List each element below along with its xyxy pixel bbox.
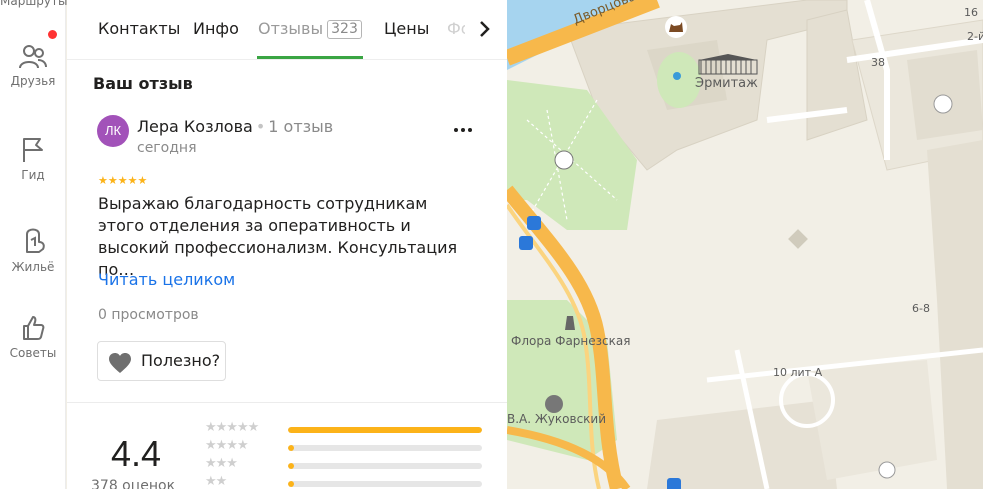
distribution-stars: ★★★★★ — [205, 420, 259, 435]
distribution-stars: ★★★ — [205, 456, 238, 471]
rating-count: 378 оценок — [91, 478, 176, 489]
avatar[interactable]: ЛК — [97, 115, 129, 147]
author-review-count: 1 отзыв — [268, 117, 334, 136]
notification-dot — [48, 30, 57, 39]
tab-reviews-label: Отзывы — [258, 19, 324, 38]
map-label-flora: Флора Фарнезская — [511, 334, 631, 348]
map-label-zhukovsky: В.А. Жуковский — [507, 412, 607, 426]
active-tab-indicator — [257, 56, 363, 59]
housing-icon — [26, 228, 45, 253]
tab-bar: Контакты Инфо Отзывы323 Цены Фото — [67, 0, 507, 60]
map[interactable]: Дворцовая Эрмитаж Флора Фарнезская В.А. … — [507, 0, 983, 489]
thumbs-up-icon — [23, 316, 45, 340]
tab-photo[interactable]: Фото — [447, 19, 465, 38]
tabs-next-arrow-icon[interactable] — [475, 18, 495, 40]
distribution-bar-fill — [288, 463, 294, 469]
distribution-bar-track — [288, 427, 482, 433]
review-date: сегодня — [137, 140, 197, 156]
more-options-icon[interactable] — [451, 120, 475, 140]
review-text: Выражаю благодарность сотрудникам этого … — [98, 194, 458, 279]
friends-icon — [19, 45, 47, 69]
flag-icon — [23, 138, 43, 162]
rail-routes-label: Маршруты — [0, 0, 68, 8]
distribution-bar-fill — [288, 427, 482, 433]
review-views: 0 просмотров — [98, 307, 199, 323]
review-stars: ★★★★★ — [98, 174, 148, 187]
rail-tips-label: Советы — [9, 346, 57, 360]
map-label-house-68: 6-8 — [912, 302, 930, 315]
map-label-hermitage: Эрмитаж — [695, 76, 758, 91]
map-label-house-10: 10 лит А — [773, 366, 823, 379]
rail-guide[interactable]: Гид — [0, 136, 66, 182]
distribution-stars: ★★★★ — [205, 438, 249, 453]
map-label-house-2: 2-й — [967, 30, 983, 43]
rail-housing[interactable]: Жильё — [0, 224, 66, 274]
tab-reviews[interactable]: Отзывы 323 — [258, 19, 362, 39]
section-title: Ваш отзыв — [93, 74, 193, 93]
useful-button[interactable]: Полезно? — [97, 341, 226, 381]
author-name[interactable]: Лера Козлова — [137, 117, 253, 136]
useful-label: Полезно? — [141, 351, 221, 370]
place-panel: Контакты Инфо Отзывы323 Цены Фото Ваш от… — [67, 0, 507, 489]
rail-guide-label: Гид — [21, 168, 45, 182]
distribution-bar-track — [288, 445, 482, 451]
distribution-bar-track — [288, 463, 482, 469]
distribution-bar-fill — [288, 445, 294, 451]
rail-routes[interactable]: Маршруты — [0, 0, 68, 8]
tab-contacts[interactable]: Контакты — [98, 19, 180, 38]
divider — [67, 402, 507, 403]
tab-prices[interactable]: Цены — [384, 19, 429, 38]
side-rail: Маршруты Друзья Гид Жильё Советы — [0, 0, 68, 489]
distribution-bar-track — [288, 481, 482, 487]
rail-tips[interactable]: Советы — [0, 314, 66, 360]
map-label-house-16: 16 — [964, 6, 978, 19]
reviews-count-badge: 323 — [327, 20, 362, 39]
distribution-stars: ★★ — [205, 474, 227, 489]
rail-friends-label: Друзья — [10, 74, 56, 88]
heart-icon — [109, 353, 131, 373]
rail-housing-label: Жильё — [11, 260, 55, 274]
rating-value: 4.4 — [111, 433, 162, 474]
distribution-bar-fill — [288, 481, 294, 487]
read-more-link[interactable]: Читать целиком — [98, 270, 235, 289]
map-label-house-38: 38 — [871, 56, 885, 69]
tab-info[interactable]: Инфо — [193, 19, 239, 38]
review-author: Лера Козлова • 1 отзыв — [137, 117, 334, 136]
rail-friends[interactable]: Друзья — [0, 44, 66, 88]
